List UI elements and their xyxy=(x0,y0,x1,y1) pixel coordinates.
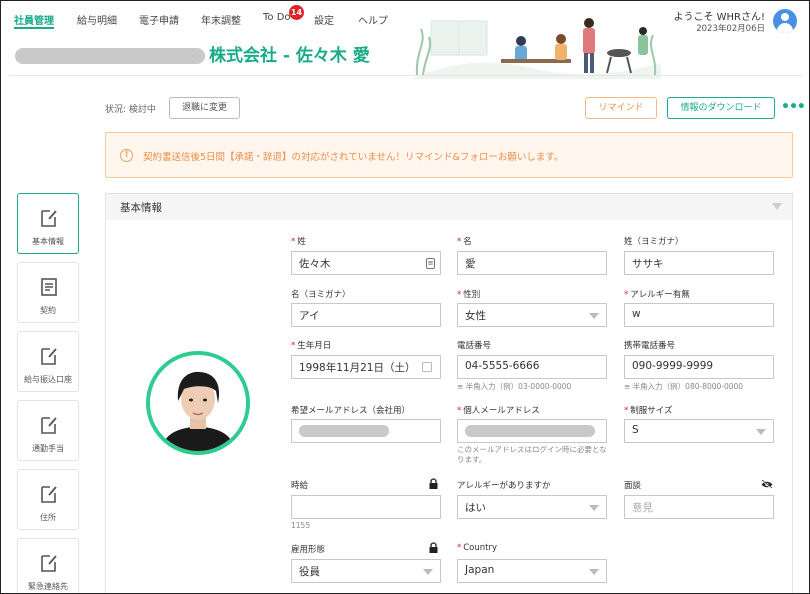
employment-type-label: 雇用形態 xyxy=(291,545,326,555)
company-title: 株式会社 - 佐々木 愛 xyxy=(15,41,370,66)
hourly-wage-hint: 1155 xyxy=(291,521,311,530)
panel-title: 基本情報 xyxy=(120,202,162,214)
todo-count-badge: 14 xyxy=(289,5,304,20)
edit-document-icon xyxy=(41,417,57,434)
remind-button[interactable]: リマインド xyxy=(585,97,657,119)
nav-employees[interactable]: 社員管理 xyxy=(14,12,54,29)
chevron-down-icon xyxy=(423,569,433,575)
warning-alert: ! 契約書送信後5日間【承諾・辞退】の対応がされていません！リマインド&フォロー… xyxy=(105,132,793,178)
hourly-wage-label: 時給 xyxy=(291,481,309,491)
lock-icon xyxy=(429,542,438,553)
nav-year-end-adjustment[interactable]: 年末調整 xyxy=(201,12,241,27)
calendar-icon[interactable] xyxy=(422,362,432,372)
last-name-kana-input[interactable]: ササキ xyxy=(624,251,774,275)
personal-email-label: * 個人メールアドレス xyxy=(457,406,540,416)
phone-hint: ≡ 半角入力（例）03-0000-0000 xyxy=(457,382,572,391)
mobile-hint: ≡ 半角入力（例）080-8000-0000 xyxy=(624,382,744,391)
nav-settings[interactable]: 設定 xyxy=(314,12,334,27)
nav-todo[interactable]: To Do xyxy=(263,12,291,23)
last-name-input[interactable]: 佐々木 ≡ xyxy=(291,251,441,275)
top-nav: 社員管理 給与明細 電子申請 年末調整 To Do 14 設定 ヘルプ ようこそ… xyxy=(1,1,809,37)
gender-label: * 性別 xyxy=(457,290,481,300)
nav-e-application[interactable]: 電子申請 xyxy=(139,12,179,27)
first-name-kana-label: 名（ヨミガナ） xyxy=(291,290,351,300)
nav-help[interactable]: ヘルプ xyxy=(358,12,388,27)
edit-document-icon xyxy=(41,210,57,227)
interview-label: 面談 xyxy=(624,481,642,491)
download-info-button[interactable]: 情報のダウンロード xyxy=(667,97,775,119)
welcome-text: ようこそ WHRさん! xyxy=(673,12,765,23)
edit-document-icon xyxy=(41,555,57,572)
change-to-retired-button[interactable]: 退職に変更 xyxy=(169,97,240,119)
employment-type-select[interactable]: 役員 xyxy=(291,559,441,583)
header-illustration xyxy=(411,13,661,79)
allergy-flag-input[interactable]: w xyxy=(624,303,774,327)
status-text: 状況: 検討中 xyxy=(105,105,156,115)
first-name-kana-input[interactable]: アイ xyxy=(291,303,441,327)
collapse-caret-icon[interactable] xyxy=(772,203,782,210)
app-window: 社員管理 給与明細 電子申請 年末調整 To Do 14 設定 ヘルプ ようこそ… xyxy=(0,0,810,594)
first-name-input[interactable]: 愛 xyxy=(457,251,607,275)
sidebar-item-commute[interactable]: 通勤手当 xyxy=(17,400,79,461)
uniform-size-select[interactable]: S xyxy=(624,419,774,443)
personal-email-input[interactable] xyxy=(457,419,607,443)
divider xyxy=(9,75,803,76)
chevron-down-icon xyxy=(589,569,599,575)
sidebar-item-basic-info[interactable]: 基本情報 xyxy=(17,193,79,254)
birthday-label: * 生年月日 xyxy=(291,341,332,351)
mobile-label: 携帯電話番号 xyxy=(624,341,676,351)
interview-input[interactable]: 意見 xyxy=(624,495,774,519)
edit-document-icon xyxy=(41,348,57,365)
country-select[interactable]: Japan xyxy=(457,559,607,583)
personal-email-hint: このメールアドレスはログイン時に必要となります。 xyxy=(457,445,607,464)
sidebar-item-bank-account[interactable]: 給与振込口座 xyxy=(17,331,79,392)
phone-input[interactable]: 04-5555-6666 xyxy=(457,355,607,379)
user-avatar-icon[interactable] xyxy=(773,9,797,33)
current-date: 2023年02月06日 xyxy=(696,24,765,34)
mobile-input[interactable]: 090-9999-9999 xyxy=(624,355,774,379)
panel-header[interactable]: 基本情報 xyxy=(106,194,792,220)
company-email-input[interactable] xyxy=(291,419,441,443)
alert-message: 契約書送信後5日間【承諾・辞退】の対応がされていません！リマインド&フォローお願… xyxy=(143,152,564,163)
allergy-question-select[interactable]: はい xyxy=(457,495,607,519)
chevron-down-icon xyxy=(589,505,599,511)
redacted-company-name xyxy=(15,48,205,64)
last-name-label: * 姓 xyxy=(291,237,306,247)
phone-label: 電話番号 xyxy=(457,341,492,351)
more-options-icon[interactable]: ••• xyxy=(781,99,806,115)
country-label: * Country xyxy=(457,543,498,553)
contact-card-icon[interactable]: ≡ xyxy=(426,258,435,269)
redacted-email xyxy=(465,425,595,437)
document-lines-icon xyxy=(41,278,57,296)
sidebar-item-emergency-contact[interactable]: 緊急連絡先 xyxy=(17,538,79,593)
redacted-email xyxy=(299,425,389,437)
sidebar-item-contract[interactable]: 契約 xyxy=(17,262,79,323)
gender-select[interactable]: 女性 xyxy=(457,303,607,327)
uniform-size-label: * 制服サイズ xyxy=(624,406,673,416)
allergy-flag-label: * アレルギー有無 xyxy=(624,290,690,300)
hourly-wage-input[interactable] xyxy=(291,495,441,519)
first-name-label: * 名 xyxy=(457,237,472,247)
edit-document-icon xyxy=(41,486,57,503)
nav-payslips[interactable]: 給与明細 xyxy=(77,12,117,27)
birthday-input[interactable]: 1998年11月21日（土） xyxy=(291,355,441,379)
employee-photo xyxy=(146,351,250,455)
company-email-label: 希望メールアドレス（会社用） xyxy=(291,406,411,416)
last-name-kana-label: 姓（ヨミガナ） xyxy=(624,237,684,247)
sidebar-item-address[interactable]: 住所 xyxy=(17,469,79,530)
chevron-down-icon xyxy=(589,313,599,319)
allergy-question-label: アレルギーがありますか xyxy=(457,481,551,491)
warning-icon: ! xyxy=(120,149,133,162)
eye-off-icon[interactable] xyxy=(761,480,773,489)
chevron-down-icon xyxy=(756,429,766,435)
lock-icon xyxy=(429,478,438,489)
